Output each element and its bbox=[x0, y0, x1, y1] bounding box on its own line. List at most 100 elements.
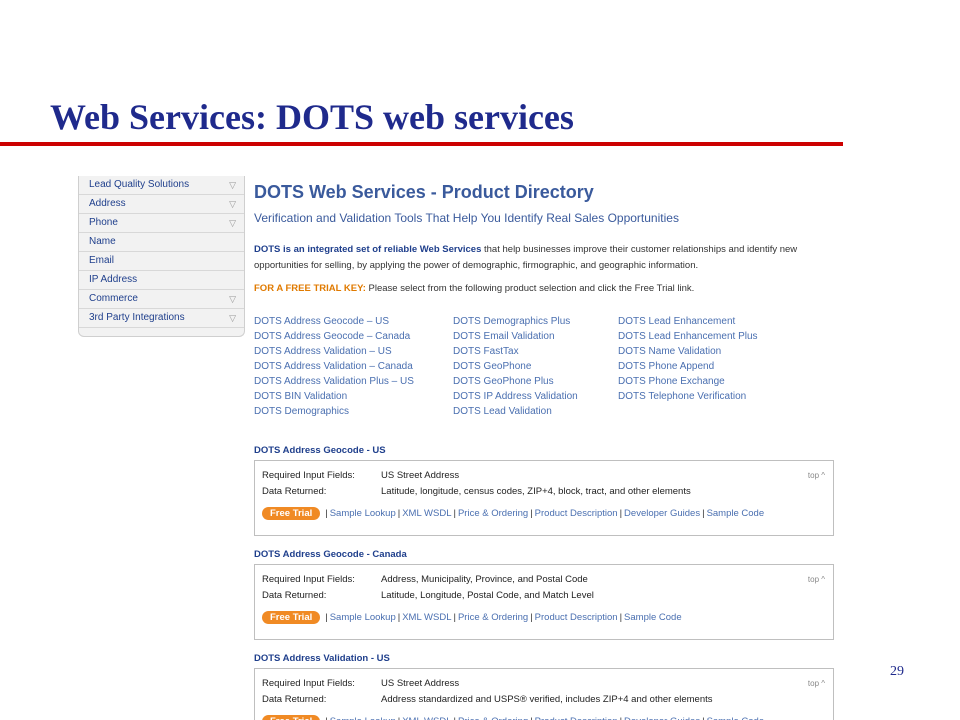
product-link[interactable]: DOTS FastTax bbox=[453, 344, 578, 359]
section-action-link[interactable]: Sample Code bbox=[707, 508, 765, 519]
required-fields-row: Required Input Fields: Address, Municipal… bbox=[262, 574, 588, 585]
product-link[interactable]: DOTS Lead Validation bbox=[453, 404, 578, 419]
sidebar-item-2[interactable]: Address ▽ bbox=[79, 195, 244, 214]
slide-title: Web Services: DOTS web services bbox=[50, 97, 574, 137]
sidebar-item-3[interactable]: Phone ▽ bbox=[79, 214, 244, 233]
sidebar-item-1[interactable]: Lead Quality Solutions ▽ bbox=[79, 176, 244, 195]
section-action-link[interactable]: Developer Guides bbox=[624, 716, 700, 720]
product-link[interactable]: DOTS Email Validation bbox=[453, 329, 578, 344]
field-value: US Street Address bbox=[381, 470, 460, 481]
sidebar-item-label: 3rd Party Integrations bbox=[89, 312, 185, 323]
required-fields-row: Required Input Fields: US Street Address bbox=[262, 678, 459, 689]
trial-key-note: FOR A FREE TRIAL KEY: Please select from… bbox=[254, 283, 694, 294]
trial-key-text: Please select from the following product… bbox=[365, 283, 695, 294]
data-returned-row: Data Returned: Address standardized and U… bbox=[262, 694, 713, 705]
section-actions: Free Trial|Sample Lookup|XML WSDL|Price … bbox=[262, 611, 682, 624]
product-link[interactable]: DOTS Lead Enhancement bbox=[618, 314, 758, 329]
product-link[interactable]: DOTS Lead Enhancement Plus bbox=[618, 329, 758, 344]
section-action-link[interactable]: Product Description bbox=[535, 612, 618, 623]
section-action-link[interactable]: Sample Lookup bbox=[330, 612, 396, 623]
chevron-down-icon[interactable]: ▽ bbox=[229, 214, 236, 232]
section-action-link[interactable]: Price & Ordering bbox=[458, 716, 528, 720]
product-link[interactable]: DOTS Name Validation bbox=[618, 344, 758, 359]
product-links-col3: DOTS Lead Enhancement DOTS Lead Enhanceme… bbox=[618, 314, 758, 404]
chevron-down-icon[interactable]: ▽ bbox=[229, 290, 236, 308]
product-link[interactable]: DOTS Phone Exchange bbox=[618, 374, 758, 389]
section-action-link[interactable]: Sample Lookup bbox=[330, 508, 396, 519]
section-title: DOTS Address Geocode - Canada bbox=[254, 549, 407, 560]
sidebar-item-5[interactable]: Email bbox=[79, 252, 244, 271]
title-underline bbox=[0, 142, 843, 146]
field-label: Data Returned: bbox=[262, 590, 327, 601]
section-action-link[interactable]: Price & Ordering bbox=[458, 508, 528, 519]
product-link[interactable]: DOTS Address Geocode – Canada bbox=[254, 329, 414, 344]
sidebar-item-4[interactable]: Name bbox=[79, 233, 244, 252]
sidebar-item-label: Email bbox=[89, 255, 115, 266]
section-action-link[interactable]: Product Description bbox=[535, 716, 618, 720]
product-link[interactable]: DOTS Demographics bbox=[254, 404, 414, 419]
field-label: Required Input Fields: bbox=[262, 470, 355, 481]
field-value: Latitude, Longitude, Postal Code, and Ma… bbox=[381, 590, 594, 601]
section-action-link[interactable]: Developer Guides bbox=[624, 508, 700, 519]
chevron-down-icon[interactable]: ▽ bbox=[229, 309, 236, 327]
section-action-link[interactable]: Sample Code bbox=[624, 612, 682, 623]
sidebar-item-label: IP Address bbox=[89, 274, 138, 285]
page-title: DOTS Web Services - Product Directory bbox=[254, 182, 594, 202]
chevron-down-icon[interactable]: ▽ bbox=[229, 195, 236, 213]
section-actions: Free Trial|Sample Lookup|XML WSDL|Price … bbox=[262, 507, 764, 520]
section-action-link[interactable]: Product Description bbox=[535, 508, 618, 519]
product-link[interactable]: DOTS Telephone Verification bbox=[618, 389, 758, 404]
product-section-box: Required Input Fields: US Street Address D… bbox=[254, 668, 834, 720]
free-trial-button[interactable]: Free Trial bbox=[262, 611, 321, 624]
back-to-top-link[interactable]: top ^ bbox=[808, 471, 825, 480]
trial-key-label: FOR A FREE TRIAL KEY: bbox=[254, 283, 366, 294]
data-returned-row: Data Returned: Latitude, longitude, censu… bbox=[262, 486, 691, 497]
product-section-box: Required Input Fields: US Street Address D… bbox=[254, 460, 834, 536]
section-action-link[interactable]: XML WSDL bbox=[402, 612, 451, 623]
field-value: Latitude, longitude, census codes, ZIP+4… bbox=[381, 486, 691, 497]
free-trial-button[interactable]: Free Trial bbox=[262, 715, 321, 720]
section-title: DOTS Address Validation - US bbox=[254, 653, 390, 664]
product-link[interactable]: DOTS Phone Append bbox=[618, 359, 758, 374]
sidebar-item-6[interactable]: IP Address bbox=[79, 271, 244, 290]
sidebar-item-label: Commerce bbox=[89, 293, 138, 304]
sidebar-item-label: Lead Quality Solutions bbox=[89, 179, 190, 190]
back-to-top-link[interactable]: top ^ bbox=[808, 575, 825, 584]
product-link[interactable]: DOTS GeoPhone Plus bbox=[453, 374, 578, 389]
field-label: Data Returned: bbox=[262, 694, 327, 705]
product-link[interactable]: DOTS Address Validation Plus – US bbox=[254, 374, 414, 389]
section-actions: Free Trial|Sample Lookup|XML WSDL|Price … bbox=[262, 715, 764, 720]
intro-bold: DOTS is an integrated set of reliable We… bbox=[254, 244, 482, 255]
chevron-down-icon[interactable]: ▽ bbox=[229, 176, 236, 194]
section-action-link[interactable]: Price & Ordering bbox=[458, 612, 528, 623]
sidebar-item-label: Name bbox=[89, 236, 116, 247]
back-to-top-link[interactable]: top ^ bbox=[808, 679, 825, 688]
field-value: Address, Municipality, Province, and Pos… bbox=[381, 574, 588, 585]
sidebar-item-label: Address bbox=[89, 198, 126, 209]
product-link[interactable]: DOTS IP Address Validation bbox=[453, 389, 578, 404]
section-action-link[interactable]: XML WSDL bbox=[402, 508, 451, 519]
free-trial-button[interactable]: Free Trial bbox=[262, 507, 321, 520]
section-action-link[interactable]: XML WSDL bbox=[402, 716, 451, 720]
field-value: US Street Address bbox=[381, 678, 460, 689]
data-returned-row: Data Returned: Latitude, Longitude, Posta… bbox=[262, 590, 594, 601]
section-title: DOTS Address Geocode - US bbox=[254, 445, 386, 456]
product-link[interactable]: DOTS GeoPhone bbox=[453, 359, 578, 374]
field-label: Required Input Fields: bbox=[262, 574, 355, 585]
section-action-link[interactable]: Sample Code bbox=[707, 716, 765, 720]
sidebar-nav: Lead Quality Solutions ▽ Address ▽ Phone ▽ Nam… bbox=[78, 176, 245, 337]
product-link[interactable]: DOTS Address Validation – US bbox=[254, 344, 414, 359]
sidebar-item-8[interactable]: 3rd Party Integrations ▽ bbox=[79, 309, 244, 328]
sidebar-item-label: Phone bbox=[89, 217, 118, 228]
product-section-box: Required Input Fields: Address, Municipal… bbox=[254, 564, 834, 640]
product-link[interactable]: DOTS Address Geocode – US bbox=[254, 314, 414, 329]
product-link[interactable]: DOTS BIN Validation bbox=[254, 389, 414, 404]
product-link[interactable]: DOTS Address Validation – Canada bbox=[254, 359, 414, 374]
page-number: 29 bbox=[890, 664, 904, 679]
product-link[interactable]: DOTS Demographics Plus bbox=[453, 314, 578, 329]
sidebar-item-7[interactable]: Commerce ▽ bbox=[79, 290, 244, 309]
field-value: Address standardized and USPS® verified,… bbox=[381, 694, 713, 705]
section-action-link[interactable]: Sample Lookup bbox=[330, 716, 396, 720]
field-label: Required Input Fields: bbox=[262, 678, 355, 689]
product-links-col2: DOTS Demographics Plus DOTS Email Validat… bbox=[453, 314, 578, 419]
